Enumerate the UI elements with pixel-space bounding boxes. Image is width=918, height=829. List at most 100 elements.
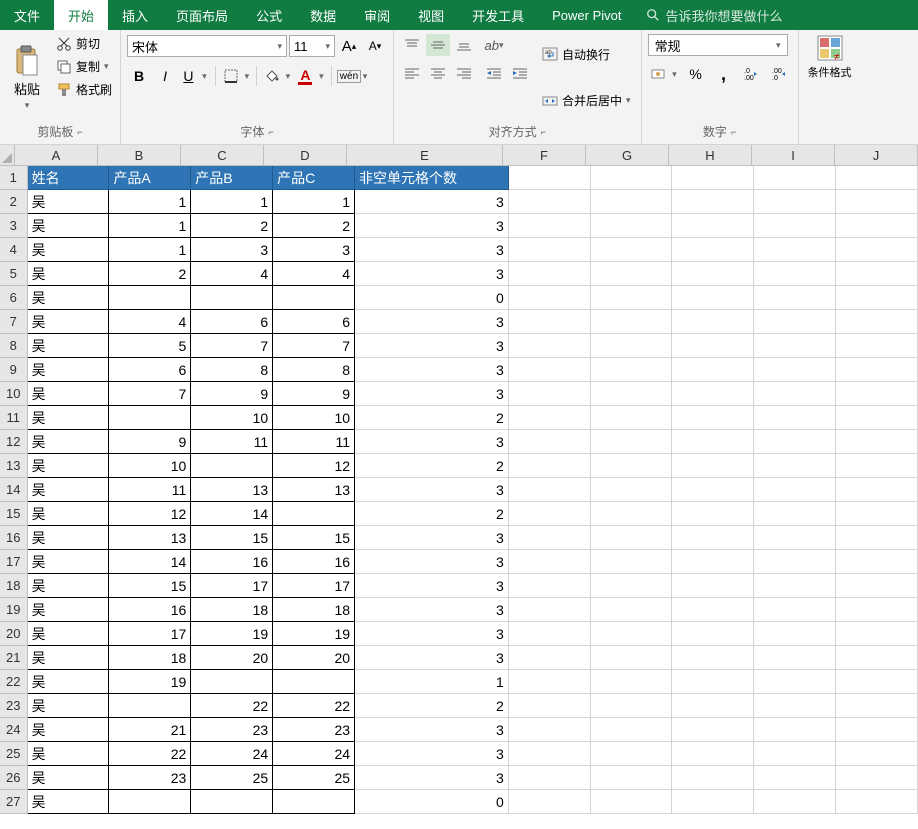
- cell[interactable]: [836, 790, 918, 814]
- cell[interactable]: [273, 502, 355, 526]
- tab-page-layout[interactable]: 页面布局: [162, 0, 242, 30]
- tab-developer[interactable]: 开发工具: [458, 0, 538, 30]
- cell[interactable]: [672, 670, 754, 694]
- tab-data[interactable]: 数据: [296, 0, 350, 30]
- cut-button[interactable]: 剪切: [54, 34, 114, 53]
- cell[interactable]: 24: [191, 742, 273, 766]
- cell[interactable]: 25: [273, 766, 355, 790]
- tab-review[interactable]: 审阅: [350, 0, 404, 30]
- cell[interactable]: [754, 166, 836, 190]
- row-header[interactable]: 25: [0, 742, 28, 766]
- cell[interactable]: 吴: [28, 262, 110, 286]
- cell[interactable]: [591, 286, 673, 310]
- cell[interactable]: [591, 718, 673, 742]
- accounting-format-button[interactable]: ▾: [648, 62, 680, 86]
- cell[interactable]: [672, 382, 754, 406]
- cell[interactable]: 19: [191, 622, 273, 646]
- tab-home[interactable]: 开始: [54, 0, 108, 30]
- cell[interactable]: 11: [109, 478, 191, 502]
- cell[interactable]: 2: [355, 502, 509, 526]
- cell[interactable]: [836, 166, 918, 190]
- font-size-select[interactable]: 11▾: [289, 35, 335, 57]
- cell[interactable]: [591, 214, 673, 238]
- cell[interactable]: 17: [273, 574, 355, 598]
- row-header[interactable]: 16: [0, 526, 28, 550]
- cell[interactable]: [591, 742, 673, 766]
- cell[interactable]: 3: [355, 622, 509, 646]
- cell[interactable]: [591, 766, 673, 790]
- cell[interactable]: 吴: [28, 406, 110, 430]
- align-center-button[interactable]: [426, 62, 450, 84]
- tab-formulas[interactable]: 公式: [242, 0, 296, 30]
- cell[interactable]: [591, 190, 673, 214]
- cell[interactable]: [672, 358, 754, 382]
- cell[interactable]: [672, 214, 754, 238]
- border-button[interactable]: ▾: [220, 64, 252, 88]
- cell[interactable]: [836, 214, 918, 238]
- cell[interactable]: 0: [355, 790, 509, 814]
- col-header-F[interactable]: F: [503, 145, 586, 165]
- cell[interactable]: 19: [273, 622, 355, 646]
- cell[interactable]: [591, 790, 673, 814]
- row-header[interactable]: 17: [0, 550, 28, 574]
- tab-insert[interactable]: 插入: [108, 0, 162, 30]
- cell[interactable]: [836, 622, 918, 646]
- row-header[interactable]: 7: [0, 310, 28, 334]
- cell[interactable]: 3: [355, 382, 509, 406]
- cell[interactable]: 吴: [28, 502, 110, 526]
- cell[interactable]: 3: [191, 238, 273, 262]
- cell[interactable]: [591, 598, 673, 622]
- cell[interactable]: [836, 238, 918, 262]
- cell[interactable]: [591, 502, 673, 526]
- cell[interactable]: [509, 742, 591, 766]
- cell[interactable]: [273, 670, 355, 694]
- cell[interactable]: 吴: [28, 382, 110, 406]
- cell[interactable]: [591, 550, 673, 574]
- cell[interactable]: 10: [191, 406, 273, 430]
- col-header-G[interactable]: G: [586, 145, 669, 165]
- cell[interactable]: 产品A: [109, 166, 191, 190]
- cell[interactable]: 产品B: [191, 166, 273, 190]
- cell[interactable]: [109, 790, 191, 814]
- orientation-button[interactable]: ab▾: [482, 34, 506, 56]
- cell[interactable]: [591, 358, 673, 382]
- cell[interactable]: 3: [355, 334, 509, 358]
- cell[interactable]: 22: [273, 694, 355, 718]
- cell[interactable]: [591, 238, 673, 262]
- cell[interactable]: [836, 550, 918, 574]
- cell[interactable]: [109, 406, 191, 430]
- increase-indent-button[interactable]: [508, 62, 532, 84]
- cell[interactable]: 产品C: [273, 166, 355, 190]
- cell[interactable]: [672, 742, 754, 766]
- cell[interactable]: 吴: [28, 214, 110, 238]
- cell[interactable]: 2: [109, 262, 191, 286]
- cell[interactable]: [591, 574, 673, 598]
- cell[interactable]: 2: [273, 214, 355, 238]
- col-header-J[interactable]: J: [835, 145, 918, 165]
- cell[interactable]: [591, 622, 673, 646]
- tab-power-pivot[interactable]: Power Pivot: [538, 0, 635, 30]
- cell[interactable]: 6: [191, 310, 273, 334]
- cell[interactable]: 吴: [28, 310, 110, 334]
- cell[interactable]: 20: [273, 646, 355, 670]
- row-header[interactable]: 19: [0, 598, 28, 622]
- conditional-format-button[interactable]: ≠ 条件格式: [805, 34, 855, 138]
- cell[interactable]: [754, 526, 836, 550]
- row-header[interactable]: 8: [0, 334, 28, 358]
- col-header-C[interactable]: C: [181, 145, 264, 165]
- underline-button[interactable]: U▾: [179, 64, 211, 88]
- cell[interactable]: 17: [191, 574, 273, 598]
- cell[interactable]: [754, 430, 836, 454]
- cell[interactable]: [754, 310, 836, 334]
- cell[interactable]: [836, 694, 918, 718]
- cell[interactable]: [509, 166, 591, 190]
- cell[interactable]: 4: [273, 262, 355, 286]
- cell[interactable]: 8: [191, 358, 273, 382]
- col-header-E[interactable]: E: [347, 145, 503, 165]
- cell[interactable]: 吴: [28, 238, 110, 262]
- cell[interactable]: [754, 358, 836, 382]
- decrease-decimal-button[interactable]: .00.0: [768, 62, 792, 86]
- cell[interactable]: [509, 790, 591, 814]
- cell[interactable]: [836, 430, 918, 454]
- cell[interactable]: 0: [355, 286, 509, 310]
